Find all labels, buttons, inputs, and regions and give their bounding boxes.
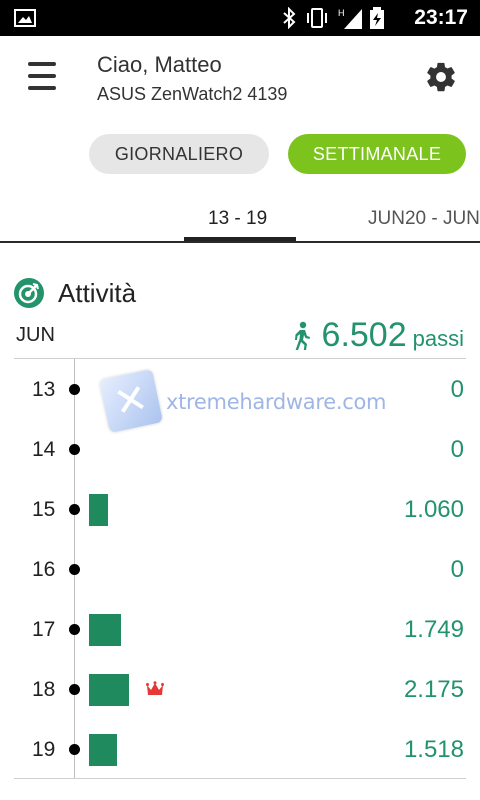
timeline-dot [69,444,80,455]
steps-bar [89,674,129,706]
steps-value: 0 [450,376,464,403]
list-item: 19 1.518 [0,720,480,780]
total-steps: 6.502 passi [290,316,464,355]
timeline-dot [69,684,80,695]
list-item: 15 1.060 [0,480,480,540]
walking-icon [294,321,310,350]
day-label: 13 [32,378,56,401]
day-label: 17 [32,618,56,641]
steps-value: 1.749 [403,616,464,643]
timeline-dot [69,624,80,635]
user-greeting: Ciao, Matteo [97,52,222,77]
watermark-text: xtremehardware.com [166,390,387,414]
status-icons: H [282,7,384,29]
chart-top-divider [14,358,466,359]
tab-current-week[interactable]: 13 - 19 [208,208,267,230]
list-item: 18 2.175 [0,660,480,720]
timeline-dot [69,384,80,395]
total-steps-value: 6.502 [321,316,407,354]
total-steps-unit: passi [412,326,464,351]
vibrate-icon [307,8,327,28]
signal-icon: H [338,8,362,29]
month-label: JUN [16,324,55,346]
steps-value: 0 [450,556,464,583]
steps-value: 1.518 [403,736,464,763]
list-item: 17 1.749 [0,600,480,660]
watermark-logo: ✕ [98,368,164,434]
image-icon [14,9,36,27]
steps-bar [89,734,117,766]
app-header: Ciao, Matteo ASUS ZenWatch2 4139 [0,36,480,124]
steps-value: 1.060 [403,496,464,523]
bluetooth-icon [283,7,296,29]
daily-toggle-button[interactable]: GIORNALIERO [89,134,269,174]
activity-title: Attività [58,278,137,308]
network-type-label: H [338,8,345,18]
tabs-divider [0,241,480,243]
device-name: ASUS ZenWatch2 4139 [97,84,288,104]
day-label: 14 [32,438,56,461]
day-label: 18 [32,678,56,701]
steps-bar [89,614,121,646]
crown-icon [146,681,164,695]
date-range-tabs: 13 - 19 JUN20 - JUN [0,196,480,242]
status-time: 23:17 [414,6,468,29]
timeline-dot [69,564,80,575]
timeline-dot [69,744,80,755]
day-label: 15 [32,498,56,521]
steps-value: 0 [450,436,464,463]
day-label: 16 [32,558,56,581]
tab-next-week[interactable]: JUN20 - JUN [368,208,480,230]
gear-icon[interactable] [424,60,458,94]
steps-bar [89,494,108,526]
status-bar: H 23:17 [0,0,480,36]
timeline-dot [69,504,80,515]
day-label: 19 [32,738,56,761]
weekly-toggle-button[interactable]: SETTIMANALE [288,134,466,174]
watermark: ✕ xtremehardware.com [98,368,386,434]
steps-value: 2.175 [403,676,464,703]
list-item: 16 0 [0,540,480,600]
activity-target-icon [14,278,44,308]
battery-charging-icon [370,7,384,29]
chart-bottom-divider [14,778,466,779]
hamburger-menu-icon[interactable] [28,62,56,94]
